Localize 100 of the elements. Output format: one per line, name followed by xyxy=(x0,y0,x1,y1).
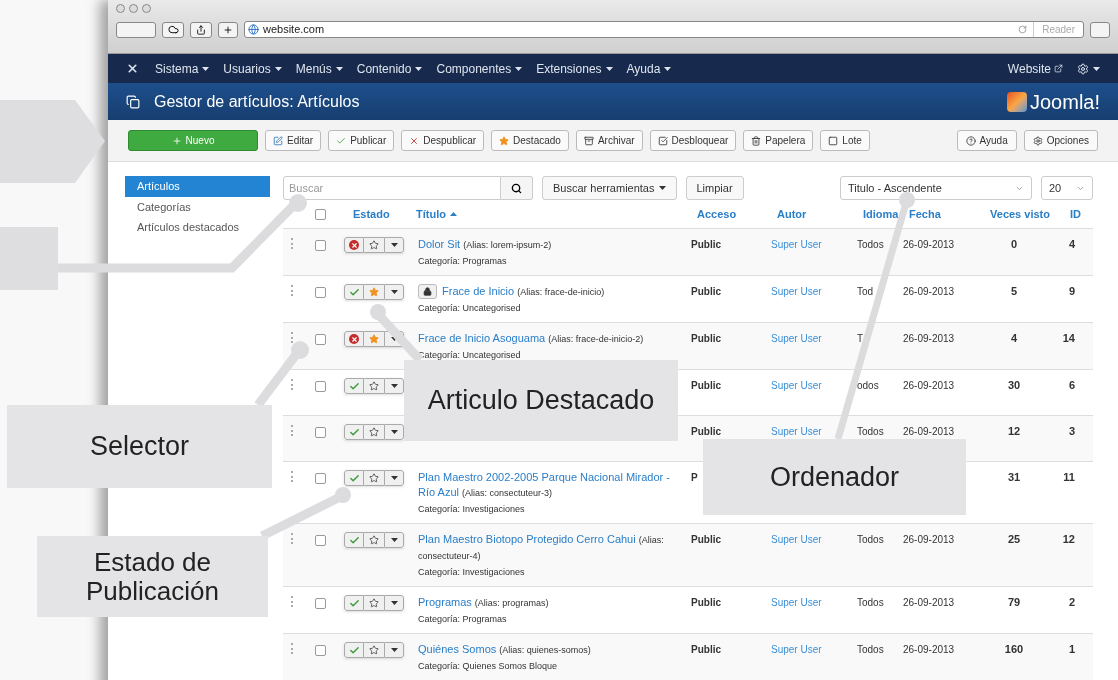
article-title[interactable]: Dolor Sit (Alias: lorem-ipsum-2) xyxy=(418,237,552,253)
menu-item[interactable]: Ayuda xyxy=(626,59,672,78)
row-checkbox[interactable] xyxy=(315,287,326,298)
row-checkbox[interactable] xyxy=(315,381,326,392)
column-header[interactable]: ID xyxy=(1051,205,1081,223)
row-checkbox[interactable] xyxy=(315,427,326,438)
back-forward-button[interactable] xyxy=(116,21,156,38)
ordering-select[interactable]: Titulo - Ascendente xyxy=(840,176,1032,200)
featured-toggle[interactable] xyxy=(364,470,384,486)
featured-toggle[interactable] xyxy=(364,532,384,548)
dropdown-toggle[interactable] xyxy=(384,470,404,486)
author-link[interactable]: Super User xyxy=(771,380,822,391)
column-header[interactable]: Título xyxy=(416,205,697,223)
dropdown-toggle[interactable] xyxy=(384,424,404,440)
featured-toggle[interactable] xyxy=(364,595,384,611)
caret-icon xyxy=(390,601,398,605)
column-header[interactable]: Fecha xyxy=(909,205,989,223)
row-checkbox[interactable] xyxy=(315,240,326,251)
published-toggle[interactable] xyxy=(344,642,364,658)
article-title[interactable]: Quiénes Somos (Alias: quienes-somos) xyxy=(418,642,591,658)
row-checkbox[interactable] xyxy=(315,598,326,609)
toolbar-button[interactable]: Desbloquear xyxy=(649,130,737,151)
toolbar-button[interactable]: Archivar xyxy=(575,130,643,151)
toolbar-button[interactable]: Ayuda xyxy=(956,130,1017,151)
clear-button[interactable]: Limpiar xyxy=(685,176,744,200)
featured-toggle[interactable] xyxy=(364,331,384,347)
article-title[interactable]: Plan Maestro Biotopo Protegido Cerro Cahui (Alias: consectuteur-4) xyxy=(418,532,685,564)
check-icon xyxy=(348,534,360,546)
toolbar-button[interactable]: Publicar xyxy=(328,130,395,151)
column-header[interactable]: Estado xyxy=(353,205,416,223)
drag-handle-icon[interactable] xyxy=(291,285,293,296)
drag-handle-icon[interactable] xyxy=(291,238,293,249)
dropdown-toggle[interactable] xyxy=(384,532,404,548)
settings-menu[interactable] xyxy=(1077,62,1100,75)
sidebar-item[interactable]: Categorías xyxy=(125,196,270,217)
published-toggle[interactable] xyxy=(344,532,364,548)
author-link[interactable]: Super User xyxy=(771,286,822,297)
published-toggle[interactable] xyxy=(344,470,364,486)
published-toggle[interactable] xyxy=(344,424,364,440)
new-tab-button[interactable] xyxy=(218,21,238,38)
drag-handle-icon[interactable] xyxy=(291,471,293,482)
author-link[interactable]: Super User xyxy=(771,597,822,608)
row-checkbox[interactable] xyxy=(315,645,326,656)
drag-handle-icon[interactable] xyxy=(291,425,293,436)
menu-item[interactable]: Menús xyxy=(295,59,343,78)
column-header[interactable]: Acceso xyxy=(697,205,777,223)
featured-toggle[interactable] xyxy=(364,424,384,440)
column-header[interactable]: Autor xyxy=(777,205,863,223)
published-toggle[interactable] xyxy=(344,284,364,300)
website-link[interactable]: Website xyxy=(1007,59,1063,78)
dropdown-toggle[interactable] xyxy=(384,595,404,611)
sidebar-item[interactable]: Artículos xyxy=(125,176,270,197)
sidebar-item[interactable]: Artículos destacados xyxy=(125,217,270,238)
drag-handle-icon[interactable] xyxy=(291,533,293,544)
dropdown-toggle[interactable] xyxy=(384,284,404,300)
lock-button[interactable] xyxy=(418,284,437,299)
download-button[interactable] xyxy=(1090,21,1110,38)
dropdown-toggle[interactable] xyxy=(384,642,404,658)
menu-item[interactable]: Contenido xyxy=(356,59,423,78)
row-checkbox[interactable] xyxy=(315,535,326,546)
drag-handle-icon[interactable] xyxy=(291,596,293,607)
article-title[interactable]: Programas (Alias: programas) xyxy=(418,595,549,611)
unpublished-toggle[interactable] xyxy=(344,237,364,253)
limit-select[interactable]: 20 xyxy=(1041,176,1093,200)
column-header[interactable]: Veces visto xyxy=(989,205,1051,223)
toolbar-button[interactable]: Destacado xyxy=(491,130,569,151)
featured-toggle[interactable] xyxy=(364,378,384,394)
reload-icon[interactable] xyxy=(1018,25,1028,34)
row-checkbox[interactable] xyxy=(315,334,326,345)
menu-item[interactable]: Usuarios xyxy=(223,59,282,78)
menu-item[interactable]: Extensiones xyxy=(536,59,613,78)
row-checkbox[interactable] xyxy=(315,473,326,484)
share-button[interactable] xyxy=(190,21,212,38)
select-all-checkbox[interactable] xyxy=(315,208,326,220)
article-title[interactable]: Frace de Inicio (Alias: frace-de-inicio) xyxy=(442,284,605,300)
menu-item[interactable]: Componentes xyxy=(436,59,523,78)
unpublished-toggle[interactable] xyxy=(344,331,364,347)
drag-handle-icon[interactable] xyxy=(291,643,293,654)
published-toggle[interactable] xyxy=(344,595,364,611)
toolbar-button[interactable]: Despublicar xyxy=(401,130,485,151)
toolbar-button[interactable]: Editar xyxy=(265,130,322,151)
joomla-mark-icon[interactable] xyxy=(126,62,139,75)
search-button[interactable] xyxy=(501,176,533,200)
menu-item[interactable]: Sistema xyxy=(155,59,210,78)
featured-toggle[interactable] xyxy=(364,284,384,300)
address-bar[interactable]: website.com Reader xyxy=(244,21,1084,38)
drag-handle-icon[interactable] xyxy=(291,379,293,390)
cloud-button[interactable] xyxy=(162,21,184,38)
featured-toggle[interactable] xyxy=(364,642,384,658)
search-tools-button[interactable]: Buscar herramientas xyxy=(542,176,677,200)
toolbar-button[interactable]: Lote xyxy=(820,130,870,151)
toolbar-button[interactable]: Papelera xyxy=(743,130,814,151)
dropdown-toggle[interactable] xyxy=(384,378,404,394)
featured-toggle[interactable] xyxy=(364,237,384,253)
dropdown-toggle[interactable] xyxy=(384,237,404,253)
article-title[interactable]: Frace de Inicio Asoguama (Alias: frace-de-inicio-2) xyxy=(418,331,644,347)
column-header[interactable]: Idioma xyxy=(863,205,909,223)
toolbar-button[interactable]: Opciones xyxy=(1023,130,1098,151)
published-toggle[interactable] xyxy=(344,378,364,394)
article-title[interactable]: Plan Maestro 2002-2005 Parque Nacional Mirador - Río Azul (Alias: consectuteur-3) xyxy=(418,470,685,501)
